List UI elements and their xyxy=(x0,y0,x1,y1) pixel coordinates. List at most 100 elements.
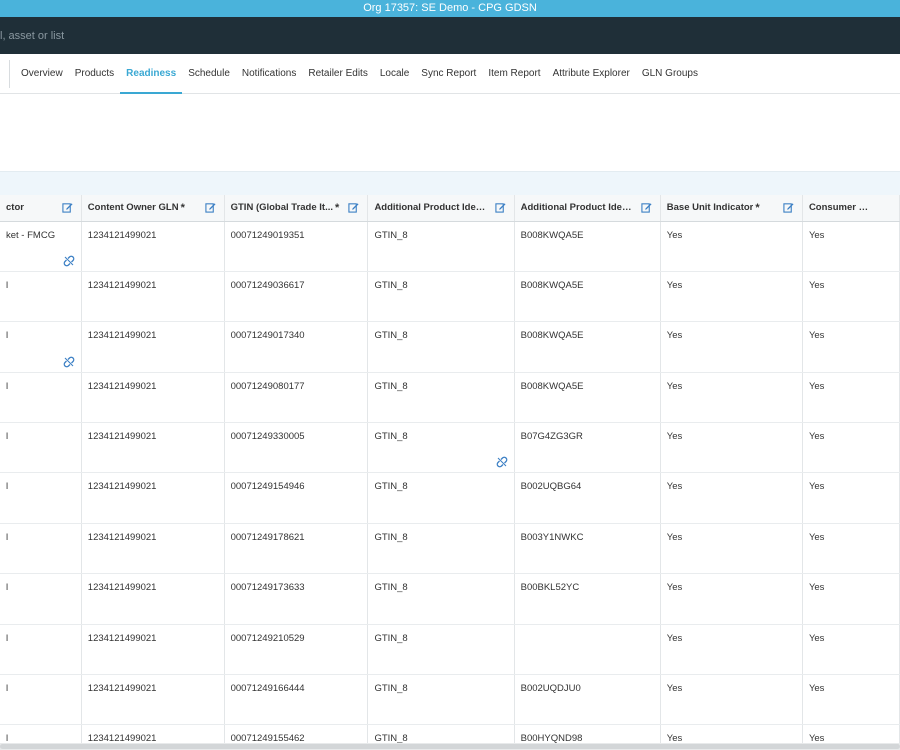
table-cell[interactable]: l xyxy=(0,624,82,676)
table-cell[interactable]: B002UQDJU0 xyxy=(514,674,661,726)
table-row[interactable]: l 1234121499021 00071249155462 GTIN_8 B00HYQ… xyxy=(0,724,900,743)
edit-icon[interactable] xyxy=(783,202,794,213)
table-cell[interactable]: GTIN_8 xyxy=(367,321,515,373)
table-cell[interactable]: Yes xyxy=(802,523,900,575)
table-cell[interactable]: B008KWQA5E xyxy=(514,221,661,272)
tab-locale[interactable]: Locale xyxy=(374,54,415,94)
table-row[interactable]: l 1234121499021 00071249210529 GTIN_8 Yes Yes xyxy=(0,624,900,676)
scrollbar-thumb[interactable] xyxy=(0,744,900,749)
table-cell[interactable]: 1234121499021 xyxy=(81,372,225,424)
table-cell[interactable]: l xyxy=(0,422,82,474)
tab-overview[interactable]: Overview xyxy=(15,54,69,94)
horizontal-scrollbar[interactable] xyxy=(0,743,900,750)
table-cell[interactable]: 00071249154946 xyxy=(224,472,369,524)
table-row[interactable]: l 1234121499021 00071249166444 GTIN_8 B002UQ… xyxy=(0,674,900,726)
table-cell[interactable]: l xyxy=(0,472,82,524)
table-cell[interactable]: 00071249155462 xyxy=(224,724,369,743)
unlink-icon[interactable] xyxy=(496,456,508,468)
table-cell[interactable]: GTIN_8 xyxy=(367,523,515,575)
table-row[interactable]: l 1234121499021 00071249036617 GTIN_8 B008KW… xyxy=(0,271,900,323)
table-cell[interactable]: Yes xyxy=(802,624,900,676)
edit-icon[interactable] xyxy=(494,202,506,213)
unlink-icon[interactable] xyxy=(63,356,75,368)
table-cell[interactable]: B003Y1NWKC xyxy=(514,523,661,575)
table-row[interactable]: l 1234121499021 00071249173633 GTIN_8 B00BKL… xyxy=(0,573,900,625)
table-cell[interactable]: Yes xyxy=(802,271,900,323)
column-header[interactable]: Content Owner GLN * xyxy=(81,195,225,222)
column-header[interactable]: Additional Product Ident... xyxy=(514,195,661,222)
table-cell[interactable]: l xyxy=(0,724,82,743)
table-row[interactable]: l 1234121499021 00071249178621 GTIN_8 B003Y1… xyxy=(0,523,900,575)
tab-sync-report[interactable]: Sync Report xyxy=(415,54,482,94)
column-header[interactable]: ctor xyxy=(0,195,82,222)
table-cell[interactable] xyxy=(514,624,661,676)
table-cell[interactable]: l xyxy=(0,372,82,424)
table-cell[interactable]: 1234121499021 xyxy=(81,221,225,272)
table-cell[interactable]: GTIN_8 xyxy=(367,221,515,272)
tab-attribute-explorer[interactable]: Attribute Explorer xyxy=(547,54,636,94)
column-header[interactable]: Base Unit Indicator * xyxy=(660,195,803,222)
table-cell[interactable]: l xyxy=(0,271,82,323)
unlink-icon[interactable] xyxy=(63,255,75,267)
table-cell[interactable]: ket - FMCG xyxy=(0,221,82,272)
table-cell[interactable]: Yes xyxy=(802,472,900,524)
table-cell[interactable]: 1234121499021 xyxy=(81,624,225,676)
table-cell[interactable]: Yes xyxy=(660,472,803,524)
table-cell[interactable]: GTIN_8 xyxy=(367,674,515,726)
table-cell[interactable]: Yes xyxy=(660,624,803,676)
table-cell[interactable]: Yes xyxy=(660,372,803,424)
table-row[interactable]: l 1234121499021 00071249080177 GTIN_8 B008KW… xyxy=(0,372,900,424)
table-cell[interactable]: l xyxy=(0,674,82,726)
table-row[interactable]: l 1234121499021 00071249330005 GTIN_8 B07G4Z… xyxy=(0,422,900,474)
table-cell[interactable]: B008KWQA5E xyxy=(514,271,661,323)
table-cell[interactable]: Yes xyxy=(660,523,803,575)
column-header[interactable]: Additional Product Ident... xyxy=(367,195,515,222)
tab-item-report[interactable]: Item Report xyxy=(482,54,546,94)
table-cell[interactable]: 1234121499021 xyxy=(81,472,225,524)
table-cell[interactable]: GTIN_8 xyxy=(367,472,515,524)
table-row[interactable]: l 1234121499021 00071249017340 GTIN_8 B008KW… xyxy=(0,321,900,373)
table-cell[interactable]: l xyxy=(0,523,82,575)
table-cell[interactable]: B008KWQA5E xyxy=(514,372,661,424)
table-cell[interactable]: Yes xyxy=(802,422,900,474)
table-cell[interactable]: l xyxy=(0,321,82,373)
table-cell[interactable]: 00071249178621 xyxy=(224,523,369,575)
tab-notifications[interactable]: Notifications xyxy=(236,54,302,94)
edit-icon[interactable] xyxy=(204,202,216,213)
table-cell[interactable]: 00071249036617 xyxy=(224,271,369,323)
table-cell[interactable]: Yes xyxy=(802,221,900,272)
edit-icon[interactable] xyxy=(641,202,652,213)
table-cell[interactable]: Yes xyxy=(802,674,900,726)
table-cell[interactable]: 00071249330005 xyxy=(224,422,369,474)
table-cell[interactable]: B00BKL52YC xyxy=(514,573,661,625)
table-cell[interactable]: 00071249019351 xyxy=(224,221,369,272)
table-cell[interactable]: 1234121499021 xyxy=(81,321,225,373)
table-cell[interactable]: Yes xyxy=(660,321,803,373)
table-cell[interactable]: Yes xyxy=(660,674,803,726)
table-cell[interactable]: GTIN_8 xyxy=(367,724,515,743)
table-cell[interactable]: B002UQBG64 xyxy=(514,472,661,524)
table-cell[interactable]: B008KWQA5E xyxy=(514,321,661,373)
table-cell[interactable]: l xyxy=(0,573,82,625)
column-header[interactable]: Consumer Unit xyxy=(802,195,900,222)
table-cell[interactable]: Yes xyxy=(660,271,803,323)
tab-readiness[interactable]: Readiness xyxy=(120,54,183,94)
tab-gln-groups[interactable]: GLN Groups xyxy=(636,54,704,94)
table-cell[interactable]: Yes xyxy=(660,422,803,474)
table-cell[interactable]: 00071249166444 xyxy=(224,674,369,726)
table-cell[interactable]: B07G4ZG3GR xyxy=(514,422,661,474)
table-cell[interactable]: Yes xyxy=(660,221,803,272)
table-cell[interactable]: GTIN_8 xyxy=(367,422,515,474)
table-cell[interactable]: GTIN_8 xyxy=(367,372,515,424)
table-cell[interactable]: 00071249017340 xyxy=(224,321,369,373)
tab-schedule[interactable]: Schedule xyxy=(182,54,236,94)
table-cell[interactable]: 1234121499021 xyxy=(81,422,225,474)
table-row[interactable]: ket - FMCG 1234121499021 00071249019351 GTI… xyxy=(0,221,900,272)
table-cell[interactable]: Yes xyxy=(802,321,900,373)
global-search-input[interactable] xyxy=(0,24,600,48)
table-cell[interactable]: Yes xyxy=(660,573,803,625)
table-cell[interactable]: GTIN_8 xyxy=(367,573,515,625)
table-row[interactable]: l 1234121499021 00071249154946 GTIN_8 B002UQ… xyxy=(0,472,900,524)
table-cell[interactable]: 1234121499021 xyxy=(81,724,225,743)
tab-retailer-edits[interactable]: Retailer Edits xyxy=(302,54,373,94)
